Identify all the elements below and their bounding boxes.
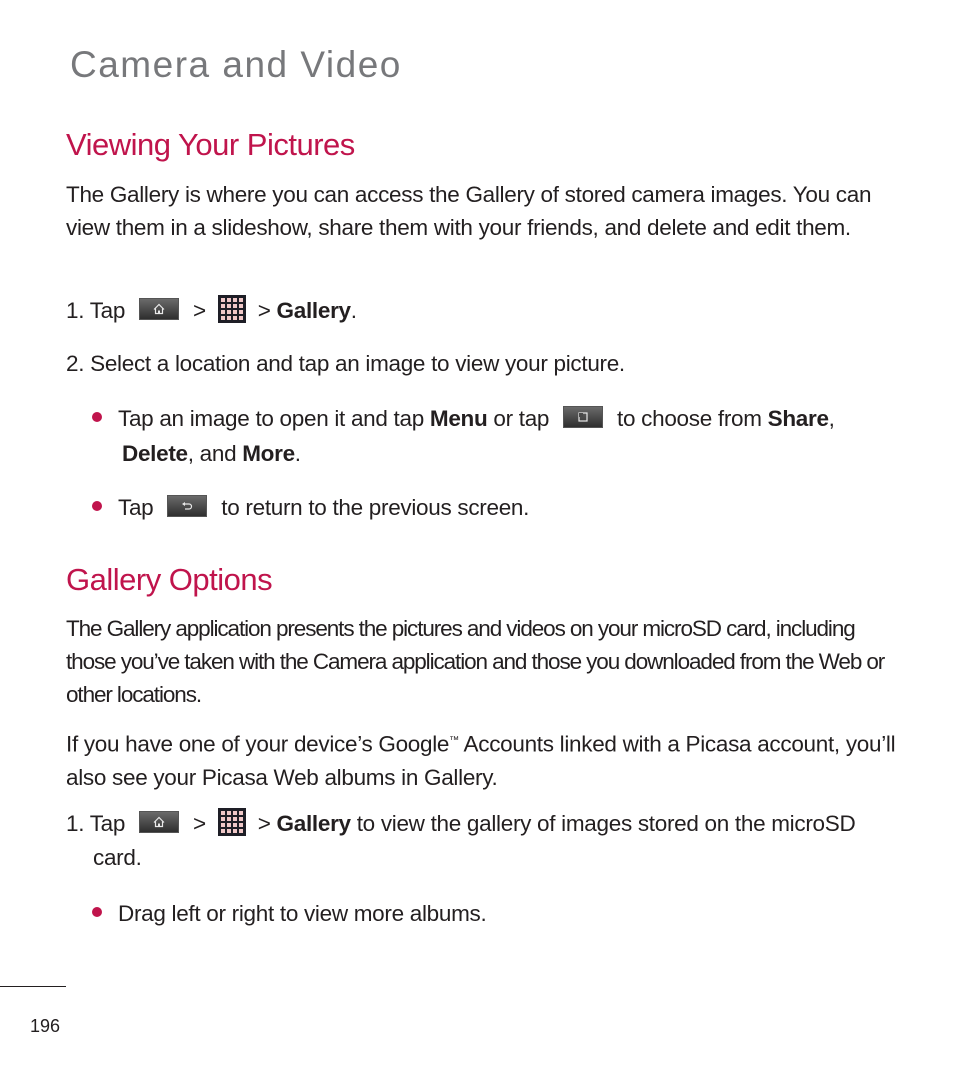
picasa-paragraph: If you have one of your device’s Google™…	[66, 724, 896, 794]
bullet-dot	[92, 907, 102, 918]
applications-grid-icon	[217, 808, 246, 837]
gallery-label: Gallery	[276, 298, 352, 323]
comma: ,	[828, 406, 835, 431]
separator: >	[257, 298, 271, 323]
home-key-icon	[139, 811, 180, 834]
trademark: ™	[449, 735, 459, 746]
viewing-step-2: 2. Select a location and tap an image to…	[66, 351, 625, 376]
share-label: Share	[767, 406, 829, 431]
bullet-text: Drag left or right to view more albums.	[118, 901, 487, 926]
step-number-label: 1. Tap	[66, 811, 126, 836]
step-text-continued: card.	[93, 845, 142, 870]
footer-rule	[0, 986, 66, 987]
separator: >	[257, 811, 271, 836]
period: .	[350, 298, 357, 323]
bullet-text: Tap an image to open it and tap	[118, 406, 424, 431]
menu-key-icon	[563, 406, 604, 429]
gallery-label: Gallery	[276, 811, 352, 836]
viewing-intro-paragraph: The Gallery is where you can access the …	[66, 182, 872, 240]
back-key-icon	[167, 495, 208, 518]
section-heading-gallery-options: Gallery Options	[66, 562, 273, 597]
viewing-bullet-1: Tap an image to open it and tap Menu or …	[92, 401, 892, 471]
bullet-text: to choose from	[617, 406, 762, 431]
delete-label: Delete	[122, 441, 188, 466]
menu-label: Menu	[429, 406, 488, 431]
bullet-text: Tap	[118, 495, 154, 520]
gallery-options-step-1: 1. Tap > > Gallery to view the gallery o…	[66, 807, 896, 875]
bullet-dot	[92, 412, 102, 423]
step-number-label: 1. Tap	[66, 298, 126, 323]
page-number: 196	[30, 1016, 61, 1036]
applications-grid-icon	[217, 295, 246, 324]
separator: >	[193, 811, 206, 836]
step-text: to view the gallery of images stored on …	[356, 811, 856, 836]
viewing-bullet-2: Tap to return to the previous screen.	[92, 490, 892, 525]
page-title: Camera and Video	[70, 44, 402, 85]
gallery-options-paragraph: The Gallery application presents the pic…	[66, 616, 885, 707]
section-heading-viewing-pictures: Viewing Your Pictures	[66, 127, 355, 162]
bullet-text: to return to the previous screen.	[221, 495, 530, 520]
bullet-dot	[92, 501, 102, 512]
viewing-step-1: 1. Tap > > Gallery.	[66, 294, 896, 328]
more-label: More	[242, 441, 295, 466]
home-key-icon	[139, 298, 180, 321]
gallery-options-bullet-1: Drag left or right to view more albums.	[92, 896, 892, 931]
period: .	[294, 441, 301, 466]
separator: >	[193, 298, 206, 323]
bullet-text: or tap	[493, 406, 550, 431]
bullet-text: , and	[187, 441, 237, 466]
para-text: If you have one of your device’s Google	[66, 731, 450, 757]
